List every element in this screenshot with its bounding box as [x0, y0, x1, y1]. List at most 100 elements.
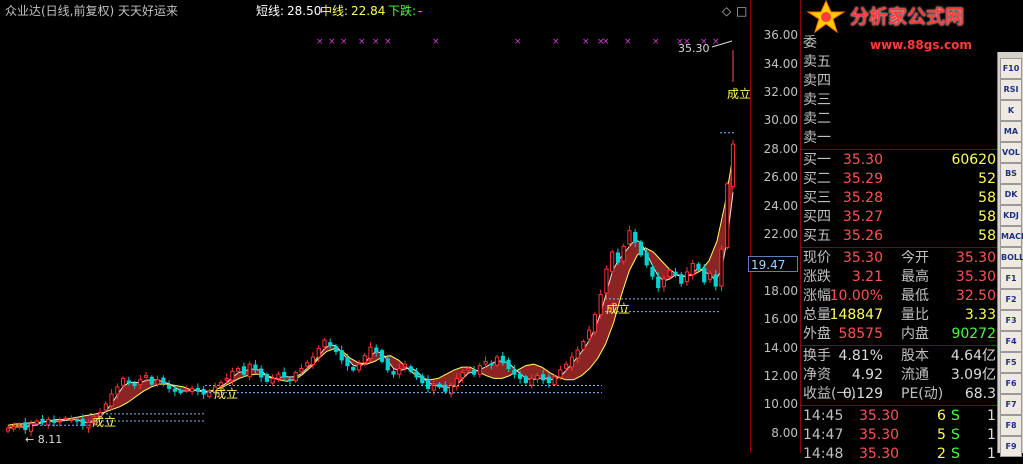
bid-price: 35.26: [842, 228, 883, 244]
tick-time: 14:47: [803, 427, 844, 443]
signal-mark: ×: [384, 37, 392, 47]
toolbar-button[interactable]: F10: [1000, 58, 1022, 79]
candle-body: [241, 366, 247, 375]
candle-body: [483, 360, 488, 365]
toolbar-button[interactable]: F5: [1000, 352, 1022, 373]
kline-chart-area[interactable]: 众业达(日线,前复权) 天天好运来 短线: 28.50 中线: 22.84 下跌…: [0, 0, 750, 453]
candle-body: [546, 376, 551, 384]
candle-body: [138, 379, 143, 386]
candle-body: [115, 386, 120, 395]
ask-label: 卖二: [803, 111, 831, 127]
stat-label: 外盘: [803, 326, 831, 342]
toolbar-button[interactable]: F9: [1000, 436, 1022, 457]
stat-label-2: 最低: [901, 288, 929, 304]
stat-value-2: 35.30: [955, 269, 996, 285]
finance-label: 换手: [803, 348, 831, 364]
toolbar-button[interactable]: DK: [1000, 184, 1022, 205]
candle-body: [190, 387, 195, 392]
toolbar-button[interactable]: MA: [1000, 121, 1022, 142]
brand-url: www.88gs.com: [870, 38, 972, 52]
bid-volume: 58: [978, 190, 996, 206]
candle-body: [80, 418, 85, 426]
bid-label: 买三: [803, 190, 831, 206]
candle-body: [236, 367, 241, 372]
stat-row: 涨幅 10.00% 最低 32.50: [803, 287, 998, 306]
stat-value: 35.30: [842, 250, 883, 266]
ask-label: 卖一: [803, 130, 831, 146]
candle-body: [74, 419, 80, 422]
toolbar-button[interactable]: BS: [1000, 163, 1022, 184]
finance-value: 0.129: [842, 386, 883, 402]
candle-body: [592, 314, 598, 333]
toolbar-button[interactable]: F4: [1000, 331, 1022, 352]
candle-body: [489, 363, 494, 366]
toolbar-button[interactable]: BOLL: [1000, 247, 1023, 268]
tick-time: 14:45: [803, 408, 844, 424]
candle-body: [679, 274, 684, 284]
tick-volume: 5: [937, 427, 946, 443]
candle-body: [684, 271, 690, 283]
candle-body: [184, 389, 189, 392]
toolbar-button[interactable]: KDJ: [1000, 205, 1022, 226]
candle-body: [661, 278, 667, 288]
candle-body: [420, 375, 425, 384]
quote-panel: 委卖五 卖四 卖三 卖二 卖一 买一 35.30 60620 买二 35.29 52 买三 35.28 5…: [800, 0, 998, 462]
axis-tick: 34.00: [763, 56, 798, 71]
candle-body: [696, 263, 701, 270]
toolbar-button[interactable]: RSI: [1000, 79, 1022, 100]
toolbar-button[interactable]: F1: [1000, 268, 1022, 289]
site-logo: 分析家公式网 www.88gs.com: [800, 0, 1023, 52]
toolbar-button[interactable]: F2: [1000, 289, 1022, 310]
mid-line: [7, 155, 734, 426]
stat-label-2: 最高: [901, 269, 929, 285]
candle-body: [143, 375, 149, 378]
signal-label: 成立: [606, 301, 630, 316]
candle-body: [719, 248, 724, 287]
ask-row: 卖二: [803, 110, 998, 129]
candle-body: [167, 384, 172, 389]
axis-tick: 26.00: [763, 170, 798, 185]
candle-body: [581, 341, 586, 350]
candle-body: [103, 403, 108, 411]
tick-side: S: [951, 408, 960, 424]
bid-row: 买二 35.29 52: [803, 170, 998, 189]
toolbar-button[interactable]: F7: [1000, 394, 1022, 415]
stat-row: 现价 35.30 今开 35.30: [803, 249, 998, 268]
star-logo-icon: [806, 0, 846, 34]
candle-body: [207, 390, 212, 398]
candle-body: [161, 377, 166, 384]
candle-body: [351, 366, 356, 371]
candle-body: [535, 375, 540, 380]
wei-label: 委: [803, 35, 817, 51]
candle-body: [253, 364, 258, 371]
bid-row: 买一 35.30 60620: [803, 151, 998, 170]
bid-price: 35.30: [842, 152, 883, 168]
finance-row: 换手 4.81% 股本 4.64亿: [803, 347, 998, 366]
toolbar-button[interactable]: F6: [1000, 373, 1022, 394]
candle-body: [702, 267, 707, 283]
candle-body: [564, 363, 569, 369]
tick-price: 35.30: [859, 427, 900, 443]
toolbar-button[interactable]: K: [1000, 100, 1022, 121]
candle-body: [69, 419, 74, 422]
candle-body: [615, 252, 621, 263]
toolbar-button[interactable]: F3: [1000, 310, 1022, 331]
candle-body: [713, 274, 718, 287]
stat-value: 148847: [829, 307, 883, 323]
candle-body: [552, 376, 557, 385]
candle-body: [368, 346, 373, 359]
candle-body: [270, 377, 275, 384]
finance-label-2: PE(动): [901, 386, 944, 402]
finance-row: 净资 4.92 流通 3.09亿: [803, 366, 998, 385]
candle-body: [466, 367, 471, 371]
candlestick-chart[interactable]: × × × × × × × × × × ×× × × × × × ×35.30← 8.11成立成立成立成立: [0, 0, 750, 453]
high-price-label: 35.30: [678, 42, 710, 55]
stat-value-2: 90272: [951, 326, 996, 342]
quote-divider: [801, 149, 998, 150]
bid-volume: 52: [978, 171, 996, 187]
toolbar-button[interactable]: VOL: [1000, 142, 1022, 163]
toolbar-button[interactable]: F8: [1000, 415, 1022, 436]
candle-body: [316, 348, 321, 358]
tick-volume: 6: [937, 408, 946, 424]
toolbar-button[interactable]: MACD: [1000, 226, 1023, 247]
